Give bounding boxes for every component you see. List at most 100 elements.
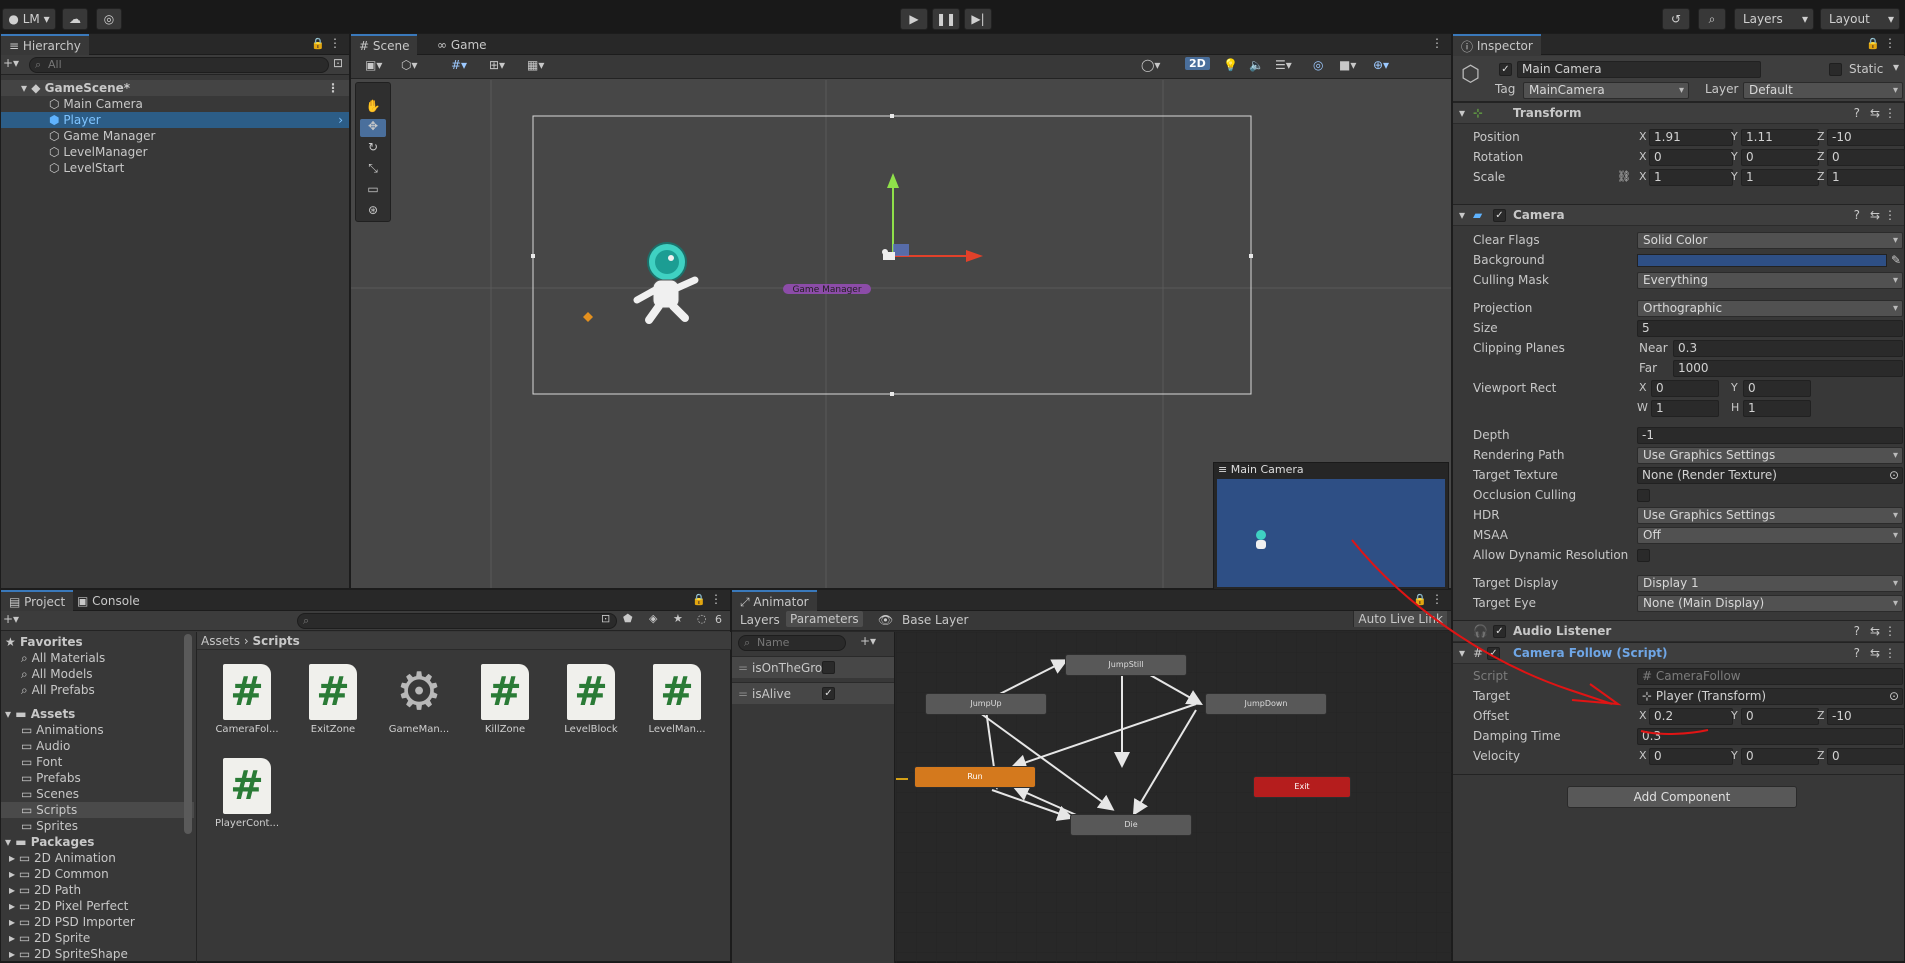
- help-icon[interactable]: ?: [1854, 103, 1860, 123]
- play-button[interactable]: ▶: [900, 8, 928, 30]
- state-jumpstill[interactable]: JumpStill: [1065, 654, 1187, 676]
- more-icon[interactable]: ⋮: [1431, 36, 1443, 50]
- help-icon[interactable]: ?: [1854, 621, 1860, 641]
- auto-live-link-toggle[interactable]: Auto Live Link: [1353, 611, 1447, 627]
- lock-icon[interactable]: 🔒: [1866, 37, 1880, 50]
- hierarchy-item-level-start[interactable]: ⬡ LevelStart: [1, 160, 349, 176]
- damping-field[interactable]: 0.3: [1637, 728, 1903, 745]
- target-field[interactable]: ⊹ Player (Transform): [1637, 688, 1903, 705]
- folder-item[interactable]: ▭ Scenes: [1, 786, 194, 802]
- folder-item[interactable]: ▭ Font: [1, 754, 194, 770]
- presets-icon[interactable]: ⇆: [1870, 643, 1880, 663]
- assets-header[interactable]: ▾ ▬ Assets: [1, 706, 194, 722]
- state-die[interactable]: Die: [1070, 814, 1192, 836]
- more-icon[interactable]: ⋮: [1884, 103, 1896, 123]
- favorite-item[interactable]: ⌕ All Prefabs: [1, 682, 194, 698]
- more-icon[interactable]: ⋮: [1884, 36, 1896, 50]
- step-button[interactable]: ▶|: [964, 8, 992, 30]
- camera-follow-header[interactable]: ▾ # ✓ Camera Follow (Script) ? ⇆ ⋮: [1453, 642, 1904, 664]
- folder-item[interactable]: ▭ Sprites: [1, 818, 194, 834]
- layout-dropdown[interactable]: Layout ▾: [1820, 8, 1900, 30]
- base-layer-breadcrumb[interactable]: Base Layer: [902, 613, 969, 627]
- audio-icon[interactable]: 🔈: [1249, 58, 1264, 72]
- add-icon[interactable]: +▾: [3, 612, 19, 626]
- eyedropper-icon[interactable]: ✎: [1891, 250, 1901, 270]
- package-item[interactable]: ▸ ▭ 2D SpriteShape: [1, 946, 194, 962]
- folder-item-selected[interactable]: ▭ Scripts: [1, 802, 194, 818]
- hidden-objects-icon[interactable]: ◎: [1313, 58, 1323, 72]
- filter-icon[interactable]: ⊡: [333, 56, 343, 70]
- lock-icon[interactable]: 🔒: [1413, 593, 1427, 606]
- tab-scene[interactable]: # Scene: [351, 34, 418, 56]
- eye-icon[interactable]: 👁: [878, 613, 893, 627]
- active-checkbox[interactable]: ✓: [1499, 63, 1512, 76]
- layer-dropdown[interactable]: Default: [1743, 82, 1903, 99]
- mode-2d-toggle[interactable]: 2D: [1185, 57, 1210, 70]
- object-picker-icon[interactable]: ⊙: [1889, 465, 1899, 485]
- scale-z-field[interactable]: 1: [1827, 169, 1905, 186]
- presets-icon[interactable]: ⇆: [1870, 103, 1880, 123]
- asset-script[interactable]: # LevelMan...: [637, 664, 717, 735]
- position-y-field[interactable]: 1.11: [1741, 129, 1819, 146]
- dynamic-resolution-checkbox[interactable]: [1637, 549, 1650, 562]
- package-item[interactable]: ▸ ▭ 2D PSD Importer: [1, 914, 194, 930]
- drag-handle-icon[interactable]: =: [738, 683, 748, 705]
- search-icon[interactable]: ⌕: [1698, 8, 1726, 30]
- drag-handle-icon[interactable]: =: [738, 657, 748, 678]
- account-button[interactable]: ● LM ▾: [2, 8, 56, 30]
- lock-icon[interactable]: 🔒: [692, 593, 706, 606]
- object-picker-icon[interactable]: ⊙: [1889, 686, 1899, 706]
- search-by-label-icon[interactable]: ⬟: [623, 612, 633, 625]
- more-icon[interactable]: ⋮: [710, 592, 722, 606]
- camera-enabled-checkbox[interactable]: ✓: [1493, 209, 1506, 222]
- folder-item[interactable]: ▭ Animations: [1, 722, 194, 738]
- link-icon[interactable]: ⛓: [1617, 167, 1631, 187]
- search-by-type-icon[interactable]: ⊡: [601, 612, 610, 625]
- presets-icon[interactable]: ⇆: [1870, 621, 1880, 641]
- state-exit[interactable]: Exit: [1253, 776, 1351, 798]
- tab-project[interactable]: ▤ Project: [1, 590, 74, 612]
- folder-item[interactable]: ▭ Prefabs: [1, 770, 194, 786]
- offset-x-field[interactable]: 0.2: [1649, 708, 1733, 725]
- player-sprite[interactable]: [633, 242, 699, 324]
- layers-dropdown[interactable]: Layers ▾: [1734, 8, 1814, 30]
- background-color-swatch[interactable]: [1637, 254, 1887, 267]
- pause-button[interactable]: ❚❚: [932, 8, 960, 30]
- projection-dropdown[interactable]: Orthographic: [1637, 300, 1903, 317]
- more-icon[interactable]: ⋮: [327, 80, 339, 96]
- grid-snap-icon[interactable]: #▾: [451, 58, 467, 72]
- collab-icon[interactable]: ◎: [96, 8, 122, 30]
- position-z-field[interactable]: -10: [1827, 129, 1905, 146]
- breadcrumb-assets[interactable]: Assets: [201, 634, 240, 648]
- tab-layers[interactable]: Layers: [740, 613, 780, 627]
- viewport-x-field[interactable]: 0: [1651, 380, 1719, 397]
- effects-icon[interactable]: ☰▾: [1275, 58, 1292, 72]
- favorite-item[interactable]: ⌕ All Materials: [1, 650, 194, 666]
- hierarchy-item-level-manager[interactable]: ⬡ LevelManager: [1, 144, 349, 160]
- rotation-y-field[interactable]: 0: [1741, 149, 1819, 166]
- cloud-icon[interactable]: ☁: [62, 8, 88, 30]
- chevron-down-icon[interactable]: ▾: [1893, 60, 1899, 74]
- package-item[interactable]: ▸ ▭ 2D Common: [1, 866, 194, 882]
- favorites-header[interactable]: ★ Favorites: [1, 634, 194, 650]
- tag-dropdown[interactable]: MainCamera: [1523, 82, 1689, 99]
- state-jumpdown[interactable]: JumpDown: [1205, 693, 1327, 715]
- folder-item[interactable]: ▭ Audio: [1, 738, 194, 754]
- breadcrumb-scripts[interactable]: Scripts: [253, 634, 300, 648]
- tab-game[interactable]: ∞ Game: [429, 34, 495, 55]
- packages-header[interactable]: ▾ ▬ Packages: [1, 834, 194, 850]
- asset-script[interactable]: # KillZone: [465, 664, 545, 735]
- tab-console[interactable]: ▣ Console: [69, 590, 148, 611]
- add-icon[interactable]: +▾: [3, 56, 19, 70]
- velocity-y-field[interactable]: 0: [1741, 748, 1819, 765]
- tree-scrollbar[interactable]: [184, 634, 192, 834]
- audio-listener-header[interactable]: 🎧 ✓ Audio Listener ? ⇆ ⋮: [1453, 620, 1904, 642]
- add-component-button[interactable]: Add Component: [1567, 786, 1797, 808]
- hierarchy-search-input[interactable]: ⌕ All: [29, 57, 329, 73]
- tab-animator[interactable]: ⤢ Animator: [732, 590, 817, 612]
- param-bool-checkbox[interactable]: [822, 661, 835, 674]
- lock-icon[interactable]: 🔒: [311, 37, 325, 50]
- occlusion-culling-checkbox[interactable]: [1637, 489, 1650, 502]
- asset-script[interactable]: # PlayerCont...: [207, 758, 287, 829]
- state-jumpup[interactable]: JumpUp: [925, 693, 1047, 715]
